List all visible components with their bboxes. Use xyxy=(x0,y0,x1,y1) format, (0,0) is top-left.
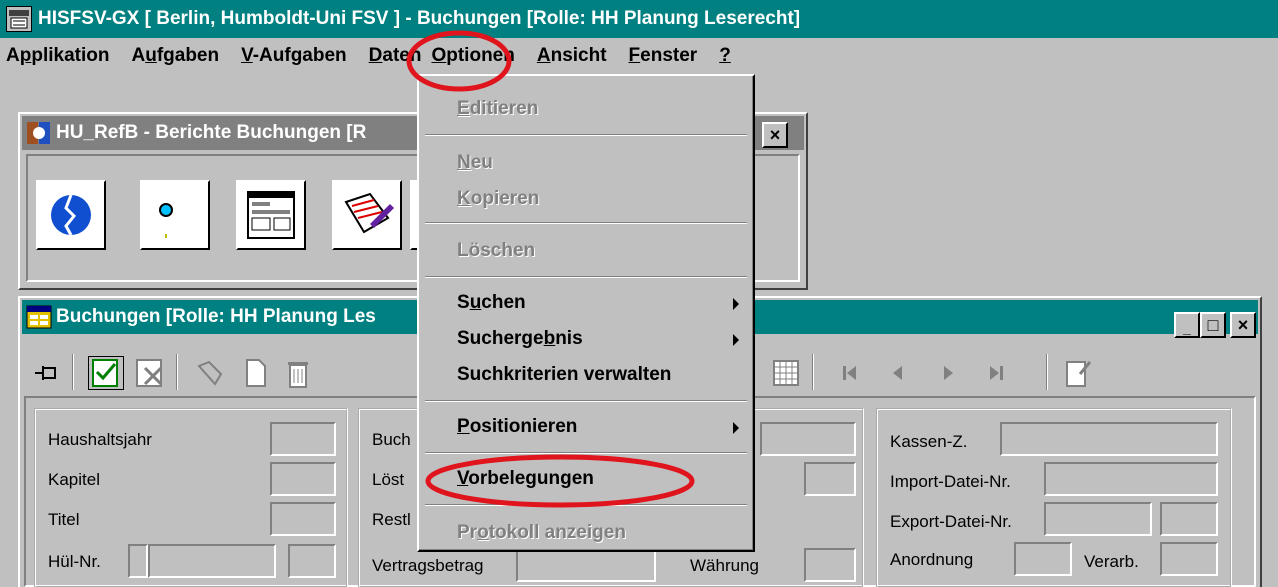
report-form-icon[interactable] xyxy=(236,180,306,250)
field-export-datei-2[interactable] xyxy=(1160,502,1218,536)
bookings-window-icon xyxy=(26,304,52,330)
label-haushaltsjahr: Haushaltsjahr xyxy=(48,430,152,449)
highlight-circle-daten xyxy=(406,30,512,92)
prev-record-icon[interactable] xyxy=(880,356,916,390)
label-kapitel: Kapitel xyxy=(48,470,100,489)
menu-item-positionieren[interactable]: Positionieren xyxy=(457,416,577,438)
field-export-datei-1[interactable] xyxy=(1044,502,1152,536)
label-vertragsbetrag: Vertragsbetrag xyxy=(372,556,484,575)
field-huel-nr-3[interactable] xyxy=(288,544,336,578)
note-icon[interactable] xyxy=(1060,356,1096,390)
highlight-circle-vorbelegungen xyxy=(425,454,695,508)
reports-window-icon xyxy=(26,120,52,146)
field-kapitel[interactable] xyxy=(270,462,336,496)
field-titel[interactable] xyxy=(270,502,336,536)
menu-item-editieren[interactable]: Editieren xyxy=(457,98,538,120)
toolbar-divider xyxy=(176,354,178,390)
menu-separator xyxy=(425,276,747,278)
field-buch[interactable] xyxy=(760,422,856,456)
bookings-window-title: Buchungen [Rolle: HH Planung Les xyxy=(56,306,376,327)
menu-applikation[interactable]: Applikation xyxy=(6,45,109,67)
label-restl: Restl xyxy=(372,510,411,529)
field-verarb[interactable] xyxy=(1160,542,1218,576)
label-kassen-z: Kassen-Z. xyxy=(890,432,968,451)
label-buch: Buch xyxy=(372,430,411,449)
label-export-datei: Export-Datei-Nr. xyxy=(890,512,1012,531)
menu-fenster[interactable]: Fenster xyxy=(629,45,698,67)
menu-help[interactable]: ? xyxy=(719,45,731,67)
pin-icon[interactable] xyxy=(28,356,64,390)
field-haushaltsjahr[interactable] xyxy=(270,422,336,456)
menu-v-aufgaben[interactable]: V-Aufgaben xyxy=(241,45,347,67)
report-globe-icon[interactable] xyxy=(36,180,106,250)
grid-icon[interactable] xyxy=(768,356,804,390)
menu-item-suchen[interactable]: Suchen xyxy=(457,292,526,314)
menu-separator xyxy=(425,134,747,136)
bookings-close-button[interactable]: × xyxy=(1230,312,1256,338)
menu-ansicht[interactable]: Ansicht xyxy=(537,45,607,67)
bookings-maximize-button[interactable]: □ xyxy=(1200,312,1226,338)
reports-window-title: HU_RefB - Berichte Buchungen [R xyxy=(56,122,367,143)
field-import-datei[interactable] xyxy=(1044,462,1218,496)
menu-item-suchergebnis[interactable]: Suchergebnis xyxy=(457,328,583,350)
trash-icon[interactable] xyxy=(280,356,316,390)
first-record-icon[interactable] xyxy=(832,356,868,390)
label-import-datei: Import-Datei-Nr. xyxy=(890,472,1011,491)
app-titlebar[interactable]: HISFSV-GX [ Berlin, Humboldt-Uni FSV ] -… xyxy=(0,0,1278,38)
delete-record-icon[interactable] xyxy=(132,356,168,390)
menu-item-suchkriterien-verwalten[interactable]: Suchkriterien verwalten xyxy=(457,364,671,386)
app-icon xyxy=(6,6,32,32)
toolbar-divider xyxy=(72,354,74,390)
menubar: Applikation Aufgaben V-Aufgaben Daten Op… xyxy=(0,38,1278,74)
menu-item-loeschen[interactable]: Löschen xyxy=(457,240,535,262)
label-verarb: Verarb. xyxy=(1084,552,1139,571)
field-huel-nr-1[interactable] xyxy=(128,544,148,578)
label-titel: Titel xyxy=(48,510,80,529)
menu-item-protokoll-anzeigen[interactable]: Protokoll anzeigen xyxy=(457,522,626,544)
menu-item-kopieren[interactable]: Kopieren xyxy=(457,188,539,210)
label-huel-nr: Hül-Nr. xyxy=(48,552,101,571)
submenu-arrow-icon xyxy=(733,422,739,434)
field-waehrung[interactable] xyxy=(804,548,856,582)
field-huel-nr-2[interactable] xyxy=(148,544,276,578)
field-kassen-z[interactable] xyxy=(1000,422,1218,456)
field-loest[interactable] xyxy=(804,462,856,496)
field-anordnung[interactable] xyxy=(1014,542,1072,576)
submenu-arrow-icon xyxy=(733,334,739,346)
bookings-minimize-button[interactable]: _ xyxy=(1174,312,1200,338)
label-waehrung: Währung xyxy=(690,556,759,575)
toolbar-divider xyxy=(1046,354,1048,390)
menu-separator xyxy=(425,222,747,224)
tools-icon[interactable] xyxy=(192,356,228,390)
report-pen-icon[interactable] xyxy=(332,180,402,250)
new-doc-icon[interactable] xyxy=(238,356,274,390)
menu-aufgaben[interactable]: Aufgaben xyxy=(131,45,219,67)
report-dot-icon[interactable] xyxy=(140,180,210,250)
last-record-icon[interactable] xyxy=(978,356,1014,390)
toolbar-divider xyxy=(812,354,814,390)
label-anordnung: Anordnung xyxy=(890,550,974,569)
submenu-arrow-icon xyxy=(733,298,739,310)
edit-check-icon[interactable] xyxy=(88,356,124,390)
menu-separator xyxy=(425,400,747,402)
menu-item-neu[interactable]: Neu xyxy=(457,152,493,174)
label-loest: Löst xyxy=(372,470,405,489)
next-record-icon[interactable] xyxy=(930,356,966,390)
field-vertragsbetrag[interactable] xyxy=(516,548,656,582)
reports-close-button[interactable]: × xyxy=(762,122,788,148)
